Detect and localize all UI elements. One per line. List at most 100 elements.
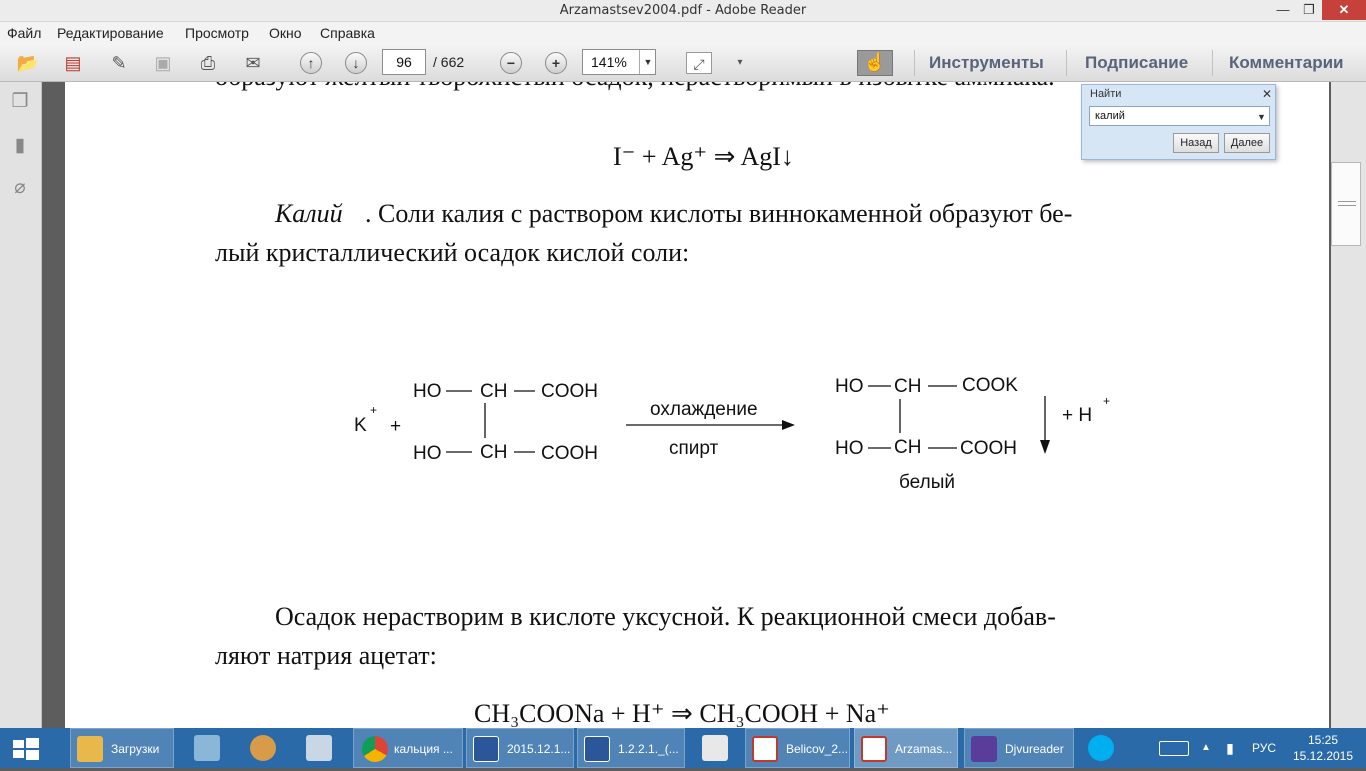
- chrome-icon: [362, 736, 388, 762]
- save-icon[interactable]: ▣: [150, 52, 176, 74]
- scrollbar-thumb[interactable]: [1331, 162, 1361, 246]
- network-icon[interactable]: ▮: [1220, 728, 1240, 768]
- maximize-button[interactable]: ❐: [1296, 0, 1322, 20]
- close-icon[interactable]: ✕: [1262, 87, 1272, 101]
- zoom-select[interactable]: 141% ▼: [582, 49, 656, 75]
- taskbar-item-chrome[interactable]: кальция ...: [353, 728, 463, 768]
- attachment-icon[interactable]: ⌀: [9, 176, 31, 200]
- menu-view[interactable]: Просмотр: [185, 25, 249, 41]
- tools-button[interactable]: Инструменты: [929, 53, 1044, 73]
- scheme-condition-alcohol: спирт: [669, 438, 719, 459]
- scheme-h-charge: +: [1103, 394, 1110, 408]
- page-total: / 662: [433, 54, 465, 70]
- taskbar-item-app[interactable]: [690, 728, 740, 768]
- zoom-out-icon[interactable]: −: [500, 52, 522, 74]
- scheme-product-cook: COOK: [962, 375, 1018, 396]
- edit-icon[interactable]: ✎: [106, 52, 132, 74]
- paragraph-line: Осадок нерастворим в кислоте уксусной. К…: [275, 602, 1056, 631]
- menu-edit[interactable]: Редактирование: [57, 25, 164, 41]
- taskbar-item-pdf[interactable]: Belicov_2...: [745, 728, 850, 768]
- find-next-button[interactable]: Далее: [1224, 133, 1270, 153]
- scheme-ch-top: CH: [480, 381, 507, 402]
- scheme-ch-bottom: CH: [480, 442, 507, 463]
- divider: [914, 50, 915, 76]
- scheme-cooh-bottom: COOH: [541, 443, 598, 464]
- taskbar-item-label: Загрузки: [111, 742, 160, 756]
- taskbar-item-label: 1.2.2.1._(...: [618, 742, 679, 756]
- menu-help[interactable]: Справка: [320, 25, 375, 41]
- taskbar-item-label: Djvureader: [1005, 742, 1064, 756]
- scheme-product-ho-bottom: HO: [835, 438, 864, 459]
- scheme-plus: +: [390, 416, 401, 437]
- next-page-icon[interactable]: ↓: [345, 52, 367, 74]
- word-icon: [473, 736, 499, 762]
- taskbar-item-word[interactable]: 2015.12.1...: [466, 728, 574, 768]
- taskbar-item-app[interactable]: [294, 728, 344, 768]
- taskbar-item-word[interactable]: 1.2.2.1._(...: [577, 728, 685, 768]
- taskbar-item-djvu[interactable]: Djvureader: [964, 728, 1074, 768]
- scheme-ho-bottom: HO: [413, 443, 442, 464]
- pdf-icon: [752, 736, 778, 762]
- paragraph-line: . Соли калия с раствором кислоты виннока…: [365, 199, 1072, 228]
- divider: [1066, 50, 1067, 76]
- email-icon[interactable]: ✉: [240, 52, 266, 74]
- scheme-plus-h: + H: [1062, 405, 1092, 426]
- start-button[interactable]: [0, 728, 52, 768]
- paragraph-line: лый кристаллический осадок кислой соли:: [215, 238, 689, 267]
- zoom-value: 141%: [591, 54, 627, 70]
- page-thumbnails-icon[interactable]: ❐: [9, 90, 31, 114]
- taskbar-item-label: кальция ...: [394, 742, 453, 756]
- taskbar-item-label: Arzamas...: [895, 742, 953, 756]
- pdf-page: образуют желтый творожистый осадок, нера…: [65, 82, 1329, 728]
- chevron-up-icon[interactable]: ▲: [1198, 728, 1214, 768]
- comments-button[interactable]: Комментарии: [1229, 53, 1343, 73]
- word-icon: [584, 736, 610, 762]
- scheme-k: K: [354, 415, 367, 436]
- skype-icon: [1088, 735, 1114, 761]
- taskbar-item-skype[interactable]: [1080, 728, 1124, 768]
- find-input[interactable]: калий ▼: [1089, 106, 1270, 126]
- folder-icon: [77, 736, 103, 762]
- clock[interactable]: 15:25 15.12.2015: [1288, 728, 1358, 768]
- zoom-in-icon[interactable]: +: [545, 52, 567, 74]
- navigation-panel: ❐ ▮ ⌀: [0, 82, 42, 728]
- taskbar-item-app[interactable]: [182, 728, 232, 768]
- fit-page-icon[interactable]: ⤢: [686, 52, 712, 74]
- find-previous-button[interactable]: Назад: [1173, 133, 1219, 153]
- menu-window[interactable]: Окно: [269, 25, 302, 41]
- page-number-input[interactable]: 96: [382, 49, 426, 75]
- prev-page-icon[interactable]: ↑: [300, 52, 322, 74]
- chevron-down-icon[interactable]: ▼: [639, 50, 656, 74]
- sign-button[interactable]: Подписание: [1085, 53, 1188, 73]
- keyboard-icon[interactable]: [1155, 728, 1193, 768]
- print-icon[interactable]: ⎙: [195, 52, 221, 74]
- toolbar-options-icon[interactable]: ▾: [727, 52, 753, 74]
- windows-logo-icon: [13, 738, 39, 760]
- window-title: Arzamastsev2004.pdf - Adobe Reader: [559, 3, 807, 18]
- paint-icon: [250, 735, 276, 761]
- app-icon: [702, 735, 728, 761]
- find-title: Найти: [1090, 88, 1122, 100]
- bookmark-icon[interactable]: ▮: [9, 134, 31, 158]
- language-indicator[interactable]: РУС: [1244, 728, 1284, 768]
- scheme-k-charge: +: [370, 403, 377, 417]
- minimize-button[interactable]: —: [1270, 0, 1296, 20]
- taskbar-item-app[interactable]: [238, 728, 288, 768]
- scheme-product-ch-bottom: CH: [894, 437, 921, 458]
- scheme-product-ch-top: CH: [894, 376, 921, 397]
- create-pdf-icon[interactable]: ▤: [60, 52, 86, 74]
- menu-file[interactable]: Файл: [7, 25, 41, 41]
- divider: [1212, 50, 1213, 76]
- close-button[interactable]: ✕: [1322, 0, 1366, 20]
- find-panel: Найти ✕ калий ▼ Назад Далее: [1081, 84, 1276, 160]
- equation-agi: I⁻ + Ag⁺ ⇒ AgI↓: [613, 142, 794, 171]
- taskbar-item-pdf-active[interactable]: Arzamas...: [854, 728, 958, 768]
- read-mode-icon[interactable]: ☝: [857, 50, 893, 76]
- taskbar-item-downloads[interactable]: Загрузки: [70, 728, 174, 768]
- scheme-cooh-top: COOH: [541, 381, 598, 402]
- open-icon[interactable]: 📂: [15, 52, 41, 74]
- chevron-down-icon[interactable]: ▼: [1257, 112, 1266, 122]
- page-content: образуют желтый творожистый осадок, нера…: [215, 82, 1110, 728]
- scheme-product-cooh: COOH: [960, 438, 1017, 459]
- document-area: образуют желтый творожистый осадок, нера…: [43, 82, 1331, 728]
